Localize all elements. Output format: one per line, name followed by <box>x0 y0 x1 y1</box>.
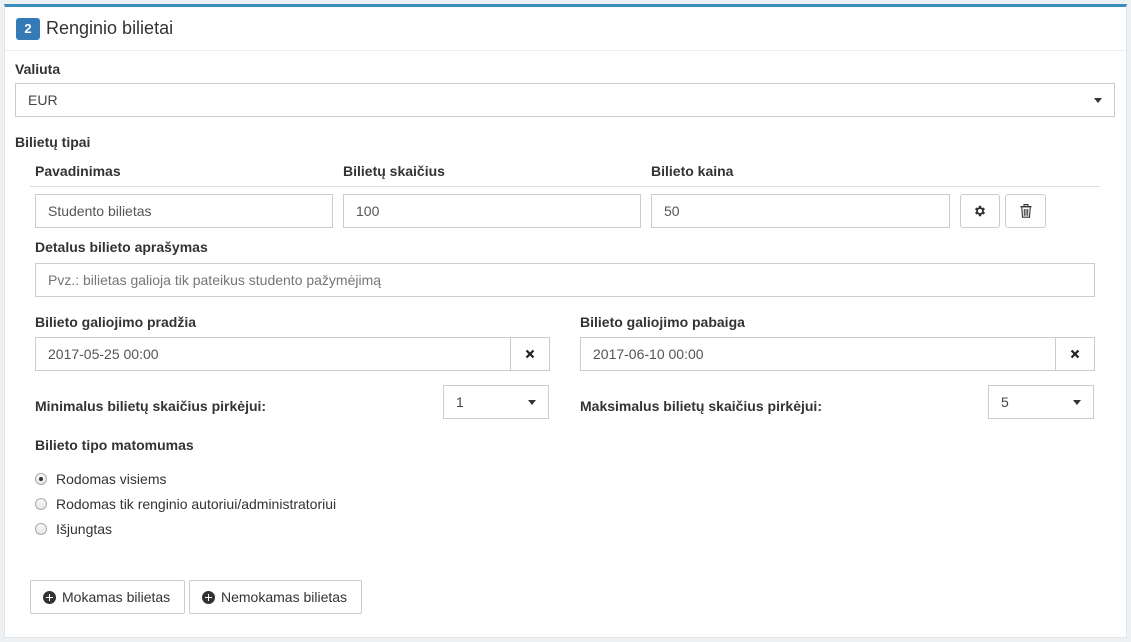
end-date-input[interactable] <box>580 337 1056 371</box>
delete-button[interactable] <box>1005 194 1046 228</box>
description-label: Detalus bilieto aprašymas <box>35 239 208 255</box>
ticket-name-input[interactable] <box>35 194 333 228</box>
column-count-header: Bilietų skaičius <box>343 163 445 179</box>
chevron-down-icon <box>1094 98 1102 103</box>
start-date-input[interactable] <box>35 337 511 371</box>
close-icon <box>525 349 535 359</box>
max-per-buyer-value: 5 <box>1001 394 1009 410</box>
plus-circle-icon <box>43 590 56 604</box>
min-per-buyer-select[interactable]: 1 <box>443 385 549 419</box>
column-name-header: Pavadinimas <box>35 163 121 179</box>
panel-title: Renginio bilietai <box>46 18 174 38</box>
add-paid-ticket-label: Mokamas bilietas <box>62 589 171 605</box>
plus-circle-icon <box>202 590 215 604</box>
description-input[interactable] <box>35 263 1095 297</box>
visibility-option-label: Rodomas visiems <box>56 471 167 487</box>
visibility-option-admin[interactable]: Rodomas tik renginio autoriui/administra… <box>35 496 336 512</box>
visibility-option-disabled[interactable]: Išjungtas <box>35 521 112 537</box>
end-date-label: Bilieto galiojimo pabaiga <box>580 314 745 330</box>
currency-label: Valiuta <box>15 61 61 77</box>
gear-icon <box>974 205 986 217</box>
chevron-down-icon <box>1073 400 1081 405</box>
chevron-down-icon <box>528 400 536 405</box>
visibility-option-label: Išjungtas <box>56 521 113 537</box>
max-per-buyer-select[interactable]: 5 <box>988 385 1094 419</box>
visibility-option-label: Rodomas tik renginio autoriui/administra… <box>56 496 337 512</box>
radio-unchecked[interactable] <box>35 523 47 535</box>
column-price-header: Bilieto kaina <box>651 163 734 179</box>
max-per-buyer-label: Maksimalus bilietų skaičius pirkėjui: <box>580 398 822 414</box>
currency-value: EUR <box>28 92 58 108</box>
ticket-count-input[interactable] <box>343 194 641 228</box>
clear-end-date-button[interactable] <box>1055 337 1095 371</box>
step-badge: 2 <box>16 17 40 40</box>
clear-start-date-button[interactable] <box>510 337 550 371</box>
trash-icon <box>1020 204 1031 218</box>
add-paid-ticket-button[interactable]: Mokamas bilietas <box>30 580 185 614</box>
close-icon <box>1070 349 1080 359</box>
start-date-label: Bilieto galiojimo pradžia <box>35 314 197 330</box>
panel-header: 2 Renginio bilietai <box>5 7 1126 51</box>
settings-button[interactable] <box>960 194 1000 228</box>
header-divider <box>30 186 1100 187</box>
add-free-ticket-label: Nemokamas bilietas <box>221 589 348 605</box>
radio-unchecked[interactable] <box>35 498 47 510</box>
ticket-types-label: Bilietų tipai <box>15 134 91 150</box>
visibility-option-all[interactable]: Rodomas visiems <box>35 471 166 487</box>
currency-select[interactable]: EUR <box>15 83 1115 117</box>
visibility-label: Bilieto tipo matomumas <box>35 437 194 453</box>
radio-checked[interactable] <box>35 473 47 485</box>
min-per-buyer-label: Minimalus bilietų skaičius pirkėjui: <box>35 398 267 414</box>
add-free-ticket-button[interactable]: Nemokamas bilietas <box>189 580 362 614</box>
ticket-price-input[interactable] <box>651 194 950 228</box>
min-per-buyer-value: 1 <box>456 394 464 410</box>
